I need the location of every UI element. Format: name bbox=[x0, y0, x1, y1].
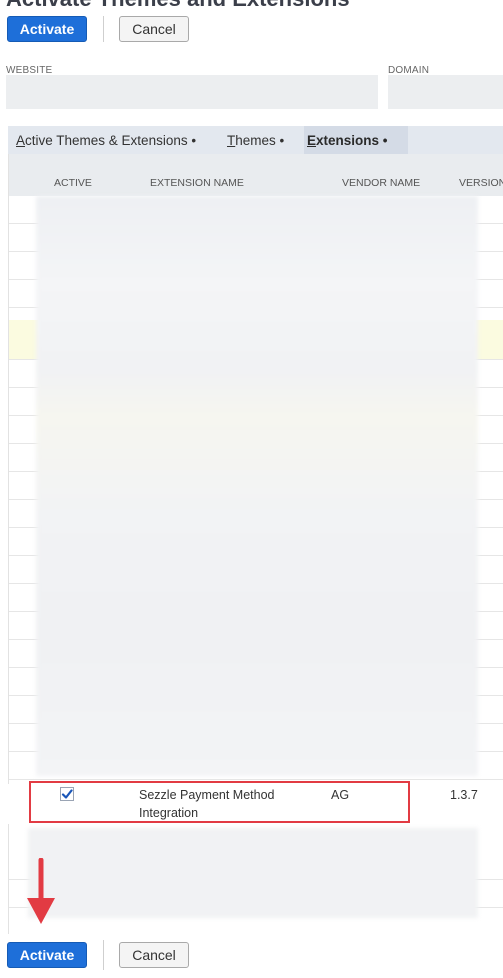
subtab-bar: Active Themes & Extensions • Themes • Ex… bbox=[8, 126, 503, 154]
website-field[interactable] bbox=[6, 75, 378, 109]
redacted-rows-lower bbox=[28, 828, 478, 918]
tab-themes[interactable]: Themes • bbox=[227, 133, 284, 148]
highlight-box bbox=[29, 781, 410, 823]
page-title: Activate Themes and Extensions bbox=[6, 0, 350, 12]
activate-button-top[interactable]: Activate bbox=[7, 16, 87, 42]
column-header-extension-name: EXTENSION NAME bbox=[150, 177, 244, 189]
column-header-active: ACTIVE bbox=[54, 177, 92, 189]
activate-button-bottom[interactable]: Activate bbox=[7, 942, 87, 968]
domain-field[interactable] bbox=[388, 75, 503, 109]
column-header-vendor-name: VENDOR NAME bbox=[342, 177, 421, 189]
tab-active-themes-extensions[interactable]: Active Themes & Extensions • bbox=[16, 133, 196, 148]
cancel-button-bottom[interactable]: Cancel bbox=[119, 942, 189, 968]
cancel-button-top[interactable]: Cancel bbox=[119, 16, 189, 42]
version-cell: 1.3.7 bbox=[450, 788, 478, 802]
toolbar-separator bbox=[103, 16, 104, 42]
toolbar-separator bbox=[103, 940, 104, 970]
arrow-down-icon bbox=[27, 858, 55, 924]
tab-extensions[interactable]: Extensions • bbox=[307, 133, 388, 148]
redacted-rows bbox=[36, 196, 478, 776]
table-header: ACTIVE EXTENSION NAME VENDOR NAME VERSIO… bbox=[9, 154, 503, 196]
column-header-version: VERSION bbox=[459, 177, 503, 189]
